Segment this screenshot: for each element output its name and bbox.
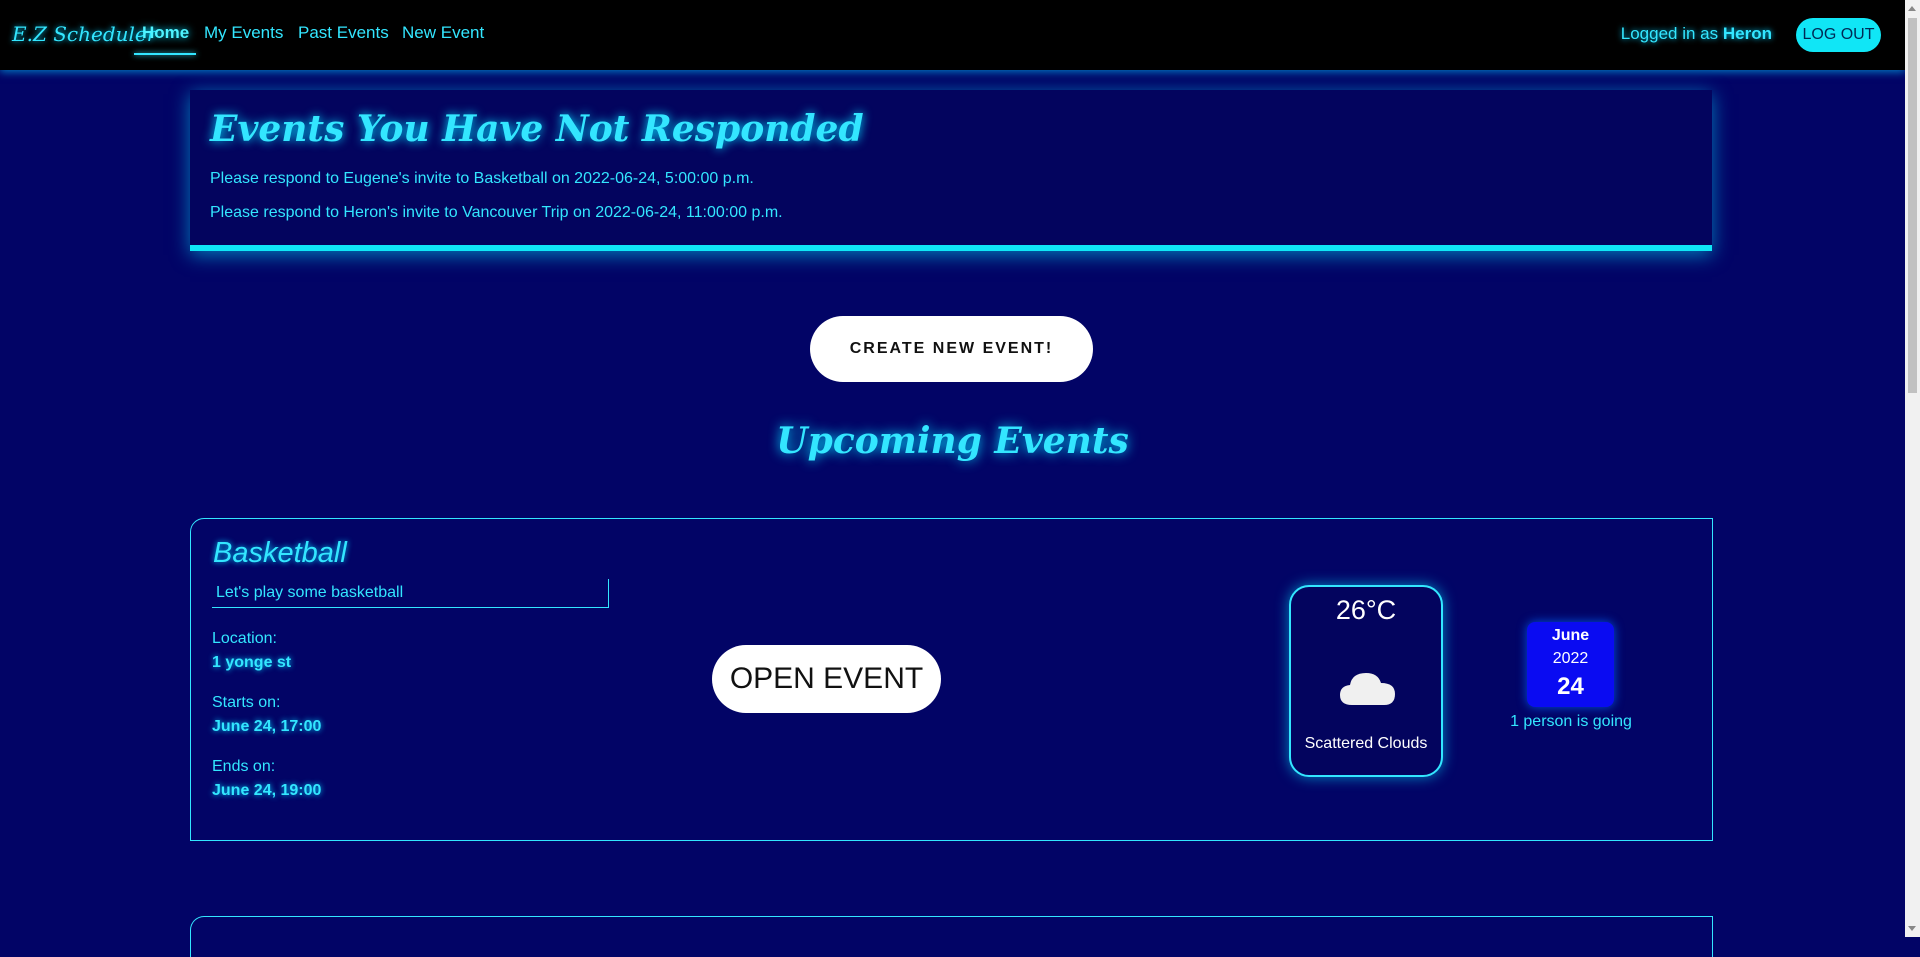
pending-responses-panel: Events You Have Not Responded Please res…	[190, 90, 1712, 251]
upcoming-events-title: Upcoming Events	[776, 420, 1129, 462]
event-date-badge: June 2022 24	[1527, 622, 1614, 707]
pending-item: Please respond to Heron's invite to Vanc…	[210, 204, 783, 221]
scroll-up-arrow-icon[interactable]	[1908, 6, 1916, 11]
logout-button[interactable]: LOG OUT	[1796, 18, 1881, 52]
ends-value: June 24, 19:00	[212, 782, 322, 799]
weather-description: Scattered Clouds	[1304, 735, 1428, 752]
starts-value: June 24, 17:00	[212, 718, 322, 735]
open-event-button[interactable]: OPEN EVENT	[712, 645, 941, 713]
logged-in-prefix: Logged in as	[1620, 24, 1719, 43]
date-year: 2022	[1552, 650, 1589, 667]
create-new-event-button[interactable]: CREATE NEW EVENT!	[810, 316, 1093, 382]
nav-active-underline	[134, 53, 196, 55]
weather-widget: 26°C Scattered Clouds	[1289, 585, 1443, 777]
nav-my-events[interactable]: My Events	[204, 23, 283, 43]
navbar: E.Z Scheduler Home My Events Past Events…	[0, 0, 1905, 70]
pending-item: Please respond to Eugene's invite to Bas…	[210, 170, 754, 187]
nav-new-event[interactable]: New Event	[402, 23, 484, 43]
event-description: Let's play some basketball	[212, 579, 609, 608]
attendee-count: 1 person is going	[1510, 713, 1632, 730]
ends-label: Ends on:	[212, 758, 276, 775]
event-title: Basketball	[213, 537, 347, 569]
scroll-down-arrow-icon[interactable]	[1908, 926, 1916, 931]
location-label: Location:	[212, 630, 277, 647]
cloud-icon	[1340, 673, 1395, 705]
weather-temperature: 26°C	[1335, 595, 1397, 625]
starts-label: Starts on:	[212, 694, 281, 711]
nav-past-events[interactable]: Past Events	[298, 23, 389, 43]
pending-title: Events You Have Not Responded	[210, 108, 864, 150]
scrollbar[interactable]	[1905, 0, 1920, 937]
nav-home[interactable]: Home	[142, 23, 189, 43]
logged-in-status: Logged in as Heron	[1621, 24, 1772, 44]
username: Heron	[1722, 24, 1772, 43]
date-day: 24	[1557, 673, 1584, 700]
location-value: 1 yonge st	[212, 654, 292, 671]
scrollbar-thumb[interactable]	[1908, 18, 1917, 393]
date-month: June	[1551, 627, 1590, 644]
brand-logo[interactable]: E.Z Scheduler	[12, 22, 156, 46]
event-card: Basketball Let's play some basketball Lo…	[190, 518, 1713, 841]
